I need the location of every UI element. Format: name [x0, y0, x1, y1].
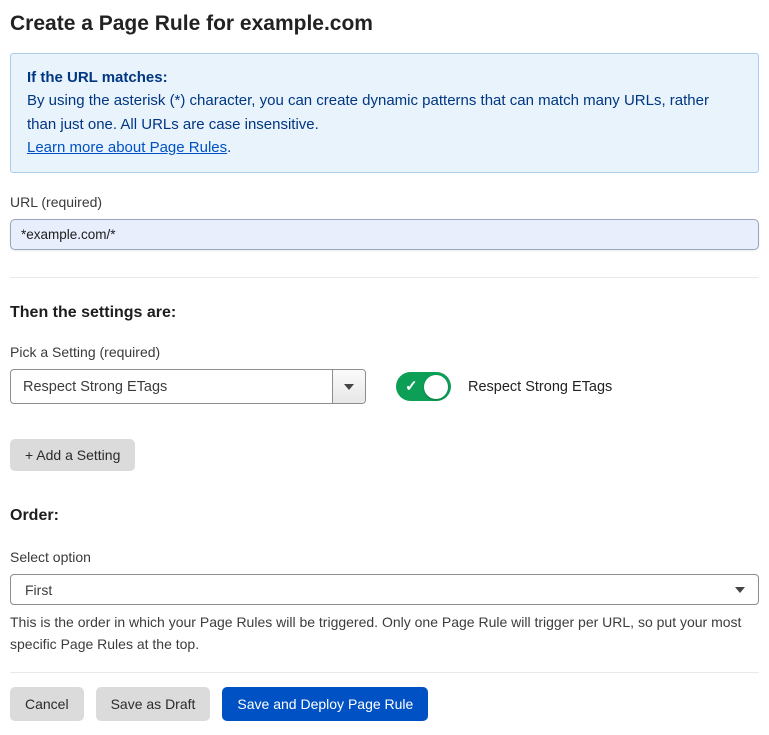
info-box-heading: If the URL matches: — [27, 66, 742, 89]
page-title: Create a Page Rule for example.com — [10, 12, 759, 36]
footer-divider — [10, 672, 759, 673]
setting-select-dropdown-button[interactable] — [332, 370, 365, 403]
caret-down-icon — [344, 384, 354, 390]
setting-picker-label: Pick a Setting (required) — [10, 344, 759, 360]
section-divider — [10, 277, 759, 278]
order-help-text: This is the order in which your Page Rul… — [10, 612, 750, 655]
page-rule-form: Create a Page Rule for example.com If th… — [0, 0, 769, 735]
etag-toggle-group: ✓ Respect Strong ETags — [396, 372, 612, 401]
learn-more-page-rules-link[interactable]: Learn more about Page Rules — [27, 139, 227, 156]
cancel-button[interactable]: Cancel — [10, 687, 84, 721]
info-box-body: By using the asterisk (*) character, you… — [27, 89, 742, 136]
toggle-label: Respect Strong ETags — [468, 379, 612, 395]
setting-select[interactable]: Respect Strong ETags — [10, 369, 366, 404]
order-select-label: Select option — [10, 549, 759, 565]
form-actions: Cancel Save as Draft Save and Deploy Pag… — [10, 687, 759, 721]
caret-down-icon — [735, 587, 745, 593]
save-as-draft-button[interactable]: Save as Draft — [96, 687, 211, 721]
info-box-link-line: Learn more about Page Rules. — [27, 136, 742, 159]
respect-strong-etags-toggle[interactable]: ✓ — [396, 372, 451, 401]
settings-section-heading: Then the settings are: — [10, 304, 759, 322]
setting-row: Respect Strong ETags ✓ Respect Strong ET… — [10, 369, 759, 404]
order-select-value: First — [25, 582, 52, 598]
check-icon: ✓ — [405, 378, 418, 393]
toggle-knob — [424, 375, 448, 399]
order-select[interactable]: First — [10, 574, 759, 605]
url-match-info-box: If the URL matches: By using the asteris… — [10, 53, 759, 173]
url-field-label: URL (required) — [10, 194, 759, 210]
save-and-deploy-button[interactable]: Save and Deploy Page Rule — [222, 687, 428, 721]
link-suffix-period: . — [227, 139, 231, 156]
url-input[interactable] — [10, 219, 759, 250]
add-setting-wrap: + Add a Setting — [10, 439, 759, 471]
setting-select-value: Respect Strong ETags — [11, 370, 332, 403]
add-setting-button[interactable]: + Add a Setting — [10, 439, 135, 471]
order-section-heading: Order: — [10, 507, 759, 525]
